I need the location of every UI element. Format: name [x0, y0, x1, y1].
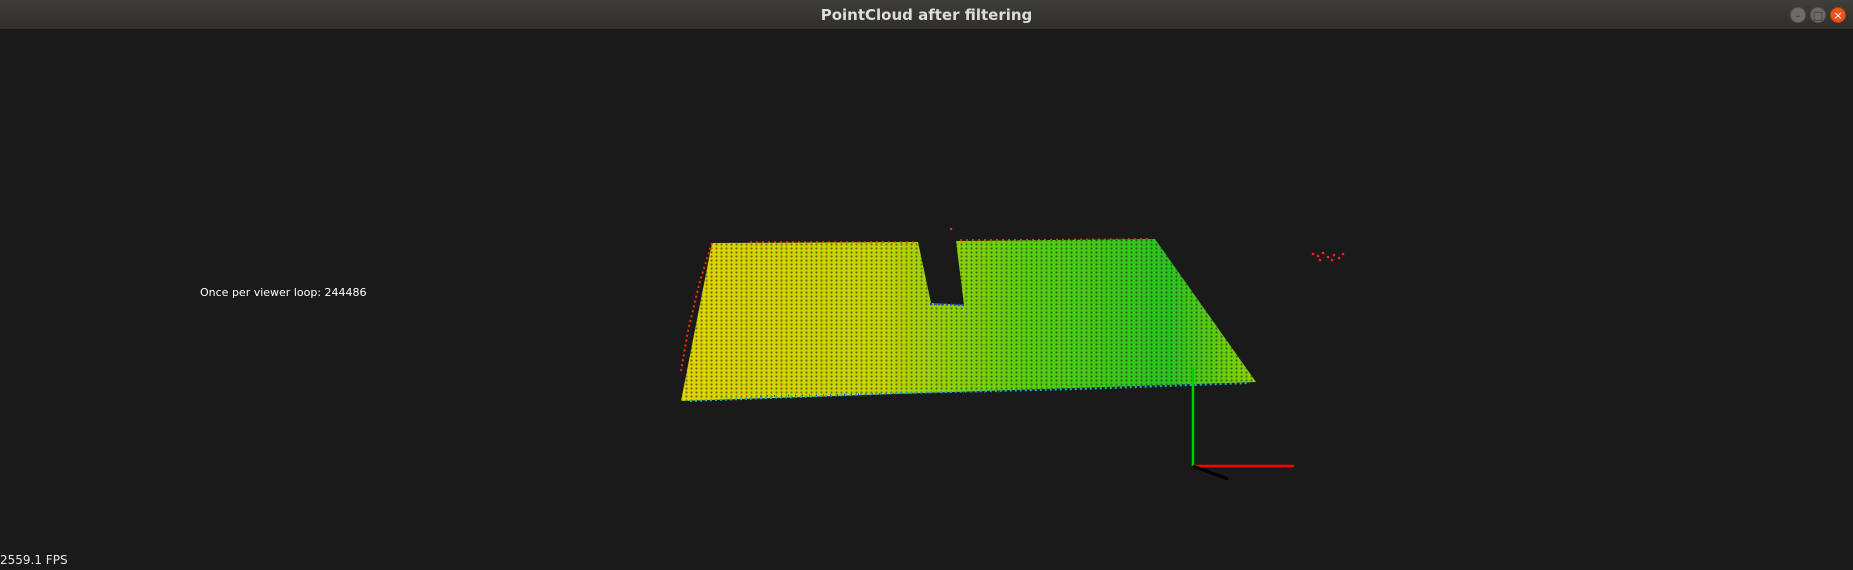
notch-edge-blue — [929, 303, 965, 306]
close-icon: × — [1833, 8, 1843, 22]
point-cloud-plane — [680, 238, 1256, 402]
minimize-icon: – — [1795, 8, 1801, 22]
point-cloud-canvas[interactable] — [0, 31, 1853, 570]
maximize-button[interactable]: □ — [1810, 7, 1826, 23]
z-axis-line — [1192, 464, 1229, 481]
viewer-loop-text: Once per viewer loop: 244486 — [200, 286, 367, 299]
fps-counter: 2559.1 FPS — [0, 553, 68, 567]
minimize-button[interactable]: – — [1790, 7, 1806, 23]
window-titlebar[interactable]: PointCloud after filtering – □ × — [0, 0, 1853, 30]
close-button[interactable]: × — [1830, 7, 1846, 23]
point-cloud-viewport[interactable]: Once per viewer loop: 244486 — [0, 31, 1853, 570]
cloud-dot-texture — [681, 239, 1256, 401]
window-title: PointCloud after filtering — [820, 6, 1033, 24]
coordinate-axes — [1191, 368, 1294, 481]
maximize-icon: □ — [1812, 8, 1824, 22]
